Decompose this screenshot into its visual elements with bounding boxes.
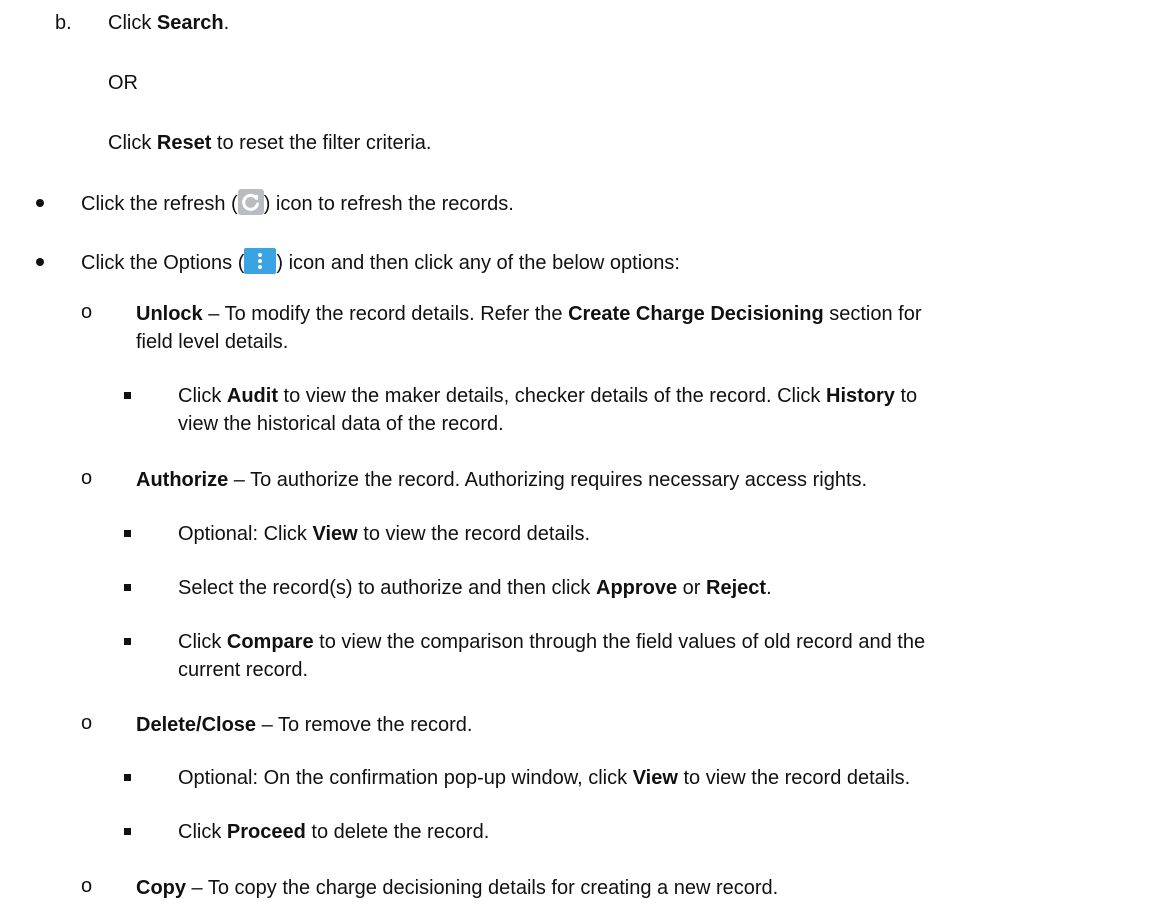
delete-view-text1: Optional: On the confirmation pop-up win… xyxy=(178,767,633,789)
reset-term: Reset xyxy=(156,132,212,154)
unlock-line: Unlock – To modify the record details. R… xyxy=(136,301,922,327)
refresh-line: Click the refresh ( ) icon to refresh the… xyxy=(81,189,514,217)
unlock-text2: section for xyxy=(823,303,922,325)
compare-term: Compare xyxy=(226,631,314,653)
reset-text1: Click xyxy=(108,132,157,154)
bullet-circle: o xyxy=(81,712,93,734)
step-b-prefix: b. xyxy=(55,12,72,34)
reset-line: Click Reset to reset the filter criteria… xyxy=(108,130,431,156)
copy-term: Copy xyxy=(136,877,186,899)
auth-select-line: Select the record(s) to authorize and th… xyxy=(178,575,772,601)
delete-line: Delete/Close – To remove the record. xyxy=(136,712,472,738)
delete-view-line: Optional: On the confirmation pop-up win… xyxy=(178,765,910,791)
bullet-square xyxy=(124,774,131,781)
audit-term: Audit xyxy=(226,385,278,407)
auth-view-text2: to view the record details. xyxy=(357,523,591,545)
view-term: View xyxy=(312,523,358,545)
unlock-cont: field level details. xyxy=(136,331,289,353)
reset-text2: to reset the filter criteria. xyxy=(211,132,432,154)
bullet-circle: o xyxy=(81,301,93,323)
step-b-text: Click Search. xyxy=(108,10,229,36)
proceed-term: Proceed xyxy=(226,821,306,843)
reject-term: Reject xyxy=(706,577,767,599)
options-line: Click the Options ( ) icon and then click… xyxy=(81,248,680,276)
unlock-term: Unlock xyxy=(136,303,203,325)
bullet-dot xyxy=(36,258,44,266)
options-text1: Click the Options ( xyxy=(81,252,245,274)
authorize-line: Authorize – To authorize the record. Aut… xyxy=(136,467,867,493)
approve-term: Approve xyxy=(596,577,678,599)
history-term: History xyxy=(826,385,895,407)
copy-text1: – To copy the charge decisioning details… xyxy=(186,877,779,899)
options-text2: ) icon and then click any of the below o… xyxy=(276,252,680,274)
bullet-dot xyxy=(36,199,44,207)
or-text: OR xyxy=(108,72,138,94)
search-term: Search xyxy=(156,12,224,34)
view-term: View xyxy=(632,767,678,789)
unlock-text1: – To modify the record details. Refer th… xyxy=(202,303,569,325)
refresh-text1: Click the refresh ( xyxy=(81,193,238,215)
options-kebab-icon xyxy=(244,248,277,274)
step-b-text2: . xyxy=(223,12,230,34)
auth-compare-cont: current record. xyxy=(178,659,309,681)
create-charge-decisioning-term: Create Charge Decisioning xyxy=(568,303,824,325)
bullet-square xyxy=(124,638,131,645)
audit-cont: view the historical data of the record. xyxy=(178,413,504,435)
delete-proceed-text1: Click xyxy=(178,821,227,843)
bullet-square xyxy=(124,584,131,591)
auth-view-line: Optional: Click View to view the record … xyxy=(178,521,590,547)
refresh-text2: ) icon to refresh the records. xyxy=(263,193,514,215)
bullet-circle: o xyxy=(81,467,93,489)
auth-compare-text2: to view the comparison through the field… xyxy=(313,631,926,653)
audit-line: Click Audit to view the maker details, c… xyxy=(178,383,917,409)
delete-view-text2: to view the record details. xyxy=(677,767,911,789)
auth-compare-line: Click Compare to view the comparison thr… xyxy=(178,629,925,655)
bullet-circle: o xyxy=(81,875,93,897)
auth-select-text3: . xyxy=(766,577,772,599)
audit-text3: to xyxy=(894,385,918,407)
bullet-square xyxy=(124,392,131,399)
authorize-term: Authorize xyxy=(136,469,229,491)
auth-compare-text1: Click xyxy=(178,631,227,653)
delete-text1: – To remove the record. xyxy=(256,714,473,736)
copy-line: Copy – To copy the charge decisioning de… xyxy=(136,875,778,901)
delete-proceed-text2: to delete the record. xyxy=(305,821,490,843)
delete-close-term: Delete/Close xyxy=(136,714,257,736)
auth-select-text1: Select the record(s) to authorize and th… xyxy=(178,577,596,599)
delete-proceed-line: Click Proceed to delete the record. xyxy=(178,819,489,845)
bullet-square xyxy=(124,828,131,835)
auth-select-text2: or xyxy=(677,577,707,599)
auth-view-text1: Optional: Click xyxy=(178,523,313,545)
audit-text2: to view the maker details, checker detai… xyxy=(277,385,826,407)
step-b-line: b. xyxy=(55,10,72,36)
step-b-text1: Click xyxy=(108,12,157,34)
refresh-icon xyxy=(237,189,264,215)
bullet-square xyxy=(124,530,131,537)
audit-text1: Click xyxy=(178,385,227,407)
authorize-text1: – To authorize the record. Authorizing r… xyxy=(228,469,868,491)
